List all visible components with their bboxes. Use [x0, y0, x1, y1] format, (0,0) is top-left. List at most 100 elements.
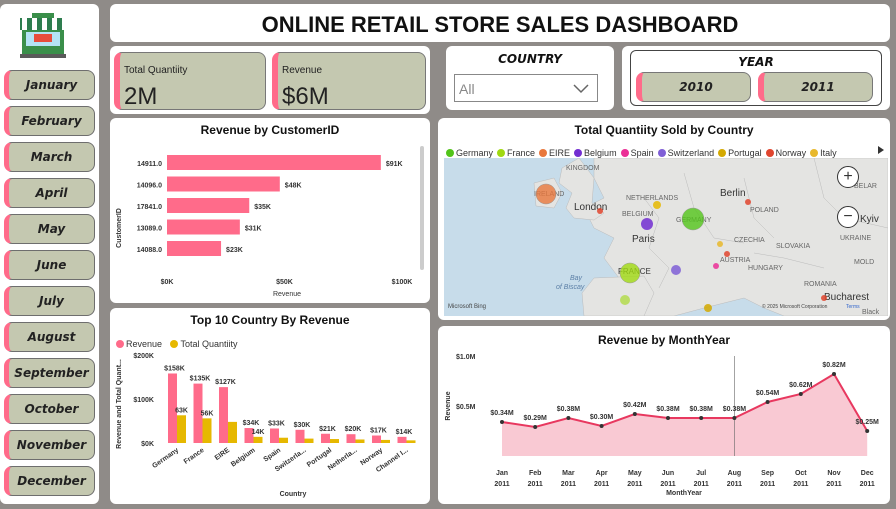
- month-button-june[interactable]: June: [4, 250, 95, 280]
- month-category-label: Jun: [662, 470, 674, 477]
- country-revenue-bar[interactable]: [295, 429, 305, 443]
- country-revenue-bar[interactable]: [321, 433, 330, 443]
- map-legend-item[interactable]: Switzerland: [657, 148, 714, 158]
- country-quantity-bar[interactable]: [202, 418, 212, 443]
- country-category-label: Belgium: [230, 447, 257, 469]
- map-label-slovakia: SLOVAKIA: [776, 243, 810, 250]
- month-button-may[interactable]: May: [4, 214, 95, 244]
- country-revenue-bar[interactable]: [270, 428, 279, 443]
- month-category-label: Apr: [596, 470, 608, 477]
- country-revenue-bar[interactable]: [372, 435, 381, 443]
- customer-category-label: 13089.0: [137, 226, 162, 233]
- month-category-label: Mar: [562, 470, 575, 477]
- month-category-label: Jul: [696, 470, 706, 477]
- map-legend-item[interactable]: Belgium: [574, 148, 617, 158]
- country-map[interactable]: KINGDOM NETHERLANDS POLAND GERMANY IRELA…: [444, 158, 888, 316]
- month-button-october[interactable]: October: [4, 394, 95, 424]
- month-point[interactable]: [732, 416, 737, 420]
- month-category-label: Dec: [861, 470, 874, 477]
- country-quantity-bar[interactable]: [406, 440, 416, 443]
- bubble-belgium: [641, 218, 653, 230]
- map-land-iberia: [581, 275, 655, 316]
- month-point[interactable]: [666, 416, 670, 420]
- country-revenue-bar[interactable]: [346, 434, 356, 443]
- country-quantity-bar[interactable]: [279, 437, 288, 443]
- month-button-january[interactable]: January: [4, 70, 95, 100]
- customer-bar[interactable]: [167, 198, 250, 213]
- country-revenue-label: $14K: [396, 429, 413, 436]
- customer-data-label: $23K: [226, 247, 243, 254]
- month-point[interactable]: [699, 416, 704, 420]
- map-label-biscay: of Biscay: [556, 284, 585, 291]
- country-revenue-label: $21K: [319, 426, 336, 433]
- month-data-label: $0.38M: [656, 406, 680, 413]
- month-point[interactable]: [566, 416, 571, 420]
- country-revenue-label: $127K: [215, 379, 236, 386]
- month-data-label: $0.42M: [623, 402, 647, 409]
- map-legend-item[interactable]: France: [497, 148, 535, 158]
- customer-scrollbar[interactable]: [420, 146, 424, 270]
- month-button-november[interactable]: November: [4, 430, 95, 460]
- customer-bar[interactable]: [167, 241, 222, 256]
- month-point[interactable]: [632, 412, 637, 416]
- month-button-february[interactable]: February: [4, 106, 95, 136]
- store-logo: [18, 10, 68, 60]
- month-point[interactable]: [765, 400, 770, 404]
- country-revenue-bar[interactable]: [219, 387, 228, 443]
- month-point[interactable]: [832, 372, 836, 376]
- country-quantity-bar[interactable]: [253, 436, 263, 443]
- chevron-right-icon[interactable]: [878, 146, 884, 154]
- map-legend-item[interactable]: Portugal: [718, 148, 762, 158]
- month-point[interactable]: [500, 420, 504, 424]
- month-point[interactable]: [599, 424, 604, 428]
- customer-tick-label: $50K: [276, 279, 293, 286]
- month-button-march[interactable]: March: [4, 142, 95, 172]
- country-quantity-bar[interactable]: [304, 438, 314, 443]
- month-button-september[interactable]: September: [4, 358, 95, 388]
- year-button-2011[interactable]: 2011: [758, 72, 873, 102]
- map-legend-item[interactable]: EIRE: [539, 148, 570, 158]
- country-quantity-bar[interactable]: [381, 439, 390, 443]
- map-terms[interactable]: Terms: [846, 304, 860, 310]
- kpi-panel: Total Quantiity 2M Revenue $6M: [110, 46, 430, 114]
- map-legend-item[interactable]: Spain: [620, 148, 654, 158]
- country-dropdown[interactable]: All: [454, 74, 598, 102]
- zoom-out-button[interactable]: −: [837, 206, 859, 228]
- month-category-label: Oct: [795, 470, 807, 477]
- title-panel: ONLINE RETAIL STORE SALES DASHBOARD: [110, 4, 890, 42]
- zoom-in-button[interactable]: +: [837, 166, 859, 188]
- month-button-july[interactable]: July: [4, 286, 95, 316]
- map-legend-label: Italy: [820, 148, 837, 158]
- map-legend-label: EIRE: [549, 148, 571, 158]
- country-quantity-bar[interactable]: [228, 421, 237, 443]
- month-button-december[interactable]: December: [4, 466, 95, 496]
- kpi-revenue-label: Revenue: [282, 65, 323, 76]
- customer-bar[interactable]: [167, 219, 240, 235]
- country-quantity-bar[interactable]: [355, 439, 365, 443]
- customer-bar[interactable]: [167, 155, 381, 170]
- country-quantity-bar[interactable]: [177, 415, 186, 443]
- month-xlabel: MonthYear: [666, 490, 702, 497]
- customer-revenue-panel: Revenue by CustomerID CustomerID Revenue…: [110, 118, 430, 303]
- map-label-ukraine: UKRAINE: [840, 235, 871, 242]
- month-revenue-chart: Revenue MonthYear $1.0M $0.5M $0.34M Jan 201…: [445, 354, 879, 497]
- month-data-label: $0.34M: [490, 410, 514, 417]
- customer-bar[interactable]: [167, 176, 280, 192]
- map-label-belgium: BELGIUM: [622, 211, 654, 218]
- map-legend-item[interactable]: Italy: [810, 148, 837, 158]
- month-point[interactable]: [533, 425, 538, 429]
- year-button-2010[interactable]: 2010: [636, 72, 751, 102]
- month-button-april[interactable]: April: [4, 178, 95, 208]
- country-revenue-bar[interactable]: [397, 436, 407, 443]
- month-button-august[interactable]: August: [4, 322, 95, 352]
- map-legend-item[interactable]: Norway: [765, 148, 806, 158]
- month-point[interactable]: [798, 392, 803, 396]
- country-quantity-bar[interactable]: [330, 439, 339, 443]
- minus-icon: −: [843, 208, 853, 225]
- customer-xlabel: Revenue: [273, 291, 301, 298]
- country-tick-label: $200K: [133, 353, 154, 360]
- month-category-label: Sep: [761, 470, 774, 477]
- map-legend-item[interactable]: Germany: [446, 148, 493, 158]
- dashboard-title: ONLINE RETAIL STORE SALES DASHBOARD: [261, 12, 739, 37]
- month-point[interactable]: [865, 429, 870, 433]
